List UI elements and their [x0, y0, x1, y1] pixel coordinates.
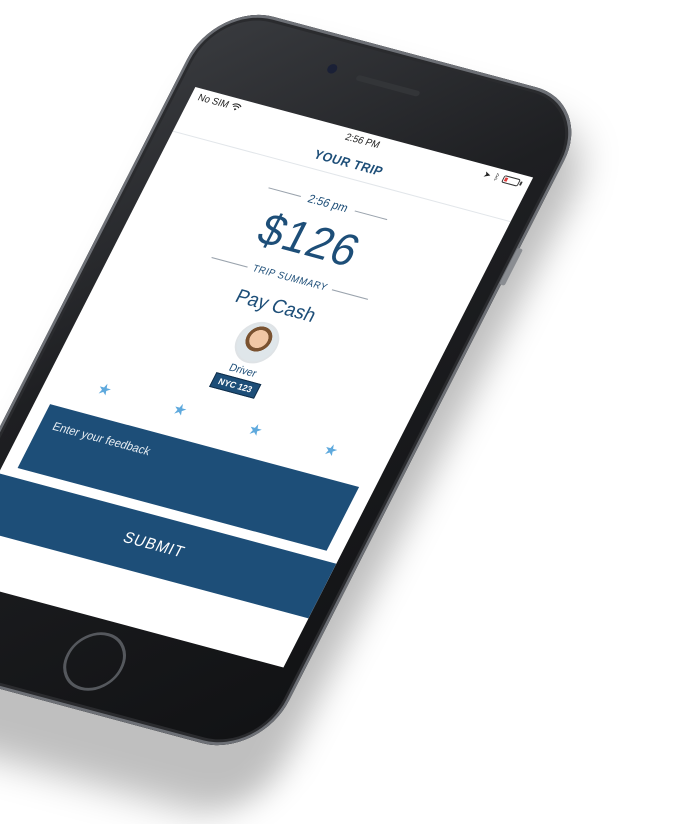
phone-frame: No SIM 2:56 PM ➤ ᛒ YOUR TRIP 2:56 pm $12… [0, 1, 594, 759]
home-button [52, 625, 137, 698]
battery-low-icon [501, 175, 524, 187]
divider-line [211, 256, 248, 268]
divider-line [331, 289, 369, 300]
star-icon[interactable]: ★ [320, 440, 342, 462]
star-icon[interactable]: ★ [169, 399, 191, 421]
star-icon[interactable]: ★ [244, 419, 266, 441]
divider-line [268, 187, 302, 197]
stage: No SIM 2:56 PM ➤ ᛒ YOUR TRIP 2:56 pm $12… [0, 0, 700, 824]
divider-line [354, 209, 388, 220]
trip-time: 2:56 pm [305, 191, 351, 215]
driver-avatar [227, 317, 288, 368]
front-camera-icon [325, 63, 340, 75]
star-icon[interactable]: ★ [93, 379, 115, 401]
trip-content: 2:56 pm $126 TRIP SUMMARY Pay Cash Drive… [0, 152, 500, 619]
wifi-icon [232, 103, 242, 111]
phone-screen: No SIM 2:56 PM ➤ ᛒ YOUR TRIP 2:56 pm $12… [0, 86, 534, 668]
speaker-grille [355, 74, 421, 97]
bluetooth-icon: ᛒ [492, 171, 502, 183]
location-arrow-icon: ➤ [481, 168, 494, 180]
